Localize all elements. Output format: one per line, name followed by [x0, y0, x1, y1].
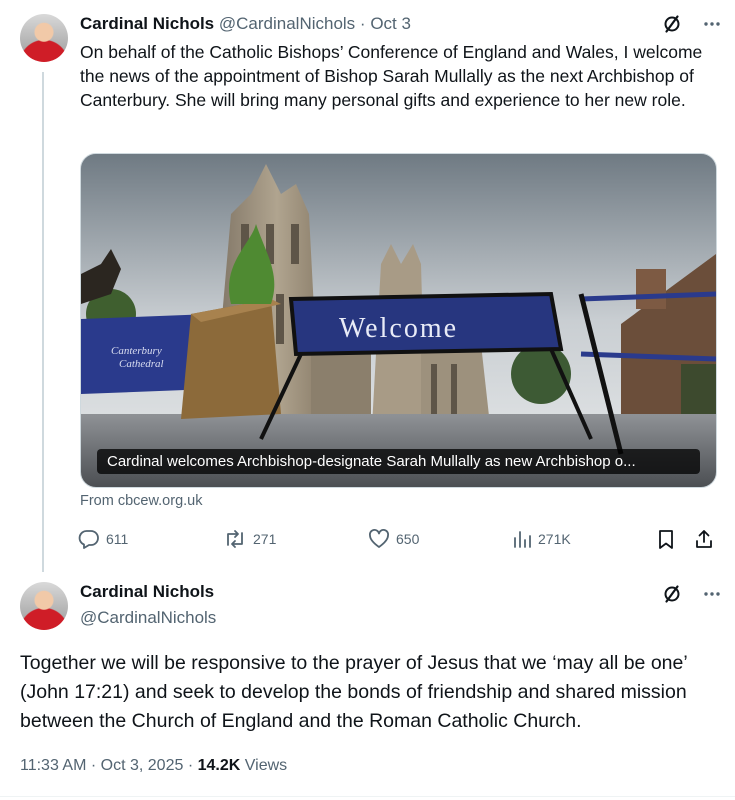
tweet-top-actions: [662, 14, 722, 34]
author-name[interactable]: Cardinal Nichols: [80, 582, 216, 602]
reply-button[interactable]: 611: [78, 528, 128, 550]
tweet-text: Together we will be responsive to the pr…: [20, 652, 687, 732]
views-button[interactable]: 271K: [512, 528, 571, 550]
banner-left-text: Canterbury: [111, 345, 162, 357]
tweet-date[interactable]: Oct 3, 2025: [101, 757, 184, 774]
views-count: 271K: [538, 531, 571, 547]
action-bar: 611 271 650 271K: [78, 528, 718, 552]
cathedral-photo: Canterbury Cathedral Welcome: [81, 154, 716, 487]
tweet-header: Cardinal Nichols @CardinalNichols · Oct …: [80, 14, 411, 34]
grok-slash-icon[interactable]: [662, 14, 682, 34]
like-count: 650: [396, 531, 420, 547]
separator-dot: ·: [359, 14, 366, 33]
tweet-text: On behalf of the Catholic Bishops’ Confe…: [80, 42, 703, 110]
share-upload-icon: [694, 528, 714, 550]
tweet-time[interactable]: 11:33 AM: [20, 757, 86, 774]
more-dots-icon[interactable]: [702, 584, 722, 604]
separator-dot: ·: [90, 757, 97, 774]
more-dots-icon[interactable]: [702, 14, 722, 34]
reply-bubble-icon: [78, 528, 100, 550]
divider: [0, 796, 735, 797]
bookmark-button[interactable]: [656, 528, 676, 550]
author-handle[interactable]: @CardinalNichols: [219, 14, 355, 33]
link-card-caption[interactable]: Cardinal welcomes Archbishop-designate S…: [97, 449, 700, 474]
grok-slash-icon[interactable]: [662, 584, 682, 604]
tweet-meta: 11:33 AM · Oct 3, 2025 · 14.2K Views: [20, 757, 287, 775]
link-source[interactable]: From cbcew.org.uk: [80, 493, 203, 509]
reply-count: 611: [106, 531, 129, 547]
views-total: 14.2K: [197, 757, 241, 774]
avatar[interactable]: [20, 14, 68, 62]
tweet-date[interactable]: Oct 3: [370, 14, 411, 33]
bar-chart-icon: [512, 528, 532, 550]
repost-arrows-icon: [223, 528, 247, 550]
repost-count: 271: [253, 531, 277, 547]
author-name[interactable]: Cardinal Nichols: [80, 14, 214, 33]
separator-dot: ·: [187, 757, 194, 774]
thread-line: [42, 72, 44, 572]
like-button[interactable]: 650: [368, 528, 419, 550]
repost-button[interactable]: 271: [223, 528, 276, 550]
share-button[interactable]: [694, 528, 714, 550]
bookmark-icon: [656, 528, 676, 550]
tweet-top-actions: [662, 584, 722, 604]
banner-welcome-text: Welcome: [339, 313, 458, 344]
author-handle[interactable]: @CardinalNichols: [80, 608, 216, 628]
link-card-image[interactable]: Canterbury Cathedral Welcome Cardinal we…: [80, 153, 717, 488]
tweet-header: Cardinal Nichols @CardinalNichols: [80, 582, 216, 628]
heart-icon: [368, 528, 390, 550]
svg-text:Cathedral: Cathedral: [119, 358, 164, 370]
avatar[interactable]: [20, 582, 68, 630]
views-label: Views: [244, 757, 288, 774]
